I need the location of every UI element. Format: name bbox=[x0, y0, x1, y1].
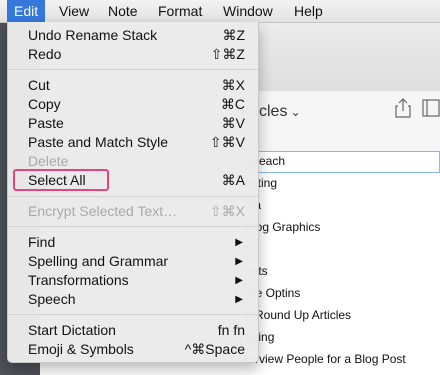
menu-item-label: Copy bbox=[28, 96, 61, 112]
menu-item-spelling[interactable]: Spelling and Grammar ▶ bbox=[8, 252, 258, 271]
menu-item-shortcut: ⌘V bbox=[221, 115, 245, 131]
menu-item-copy[interactable]: Copy ⌘C bbox=[8, 95, 258, 114]
menu-item-label: Paste bbox=[28, 115, 64, 131]
menu-item-shortcut: ⇧⌘V bbox=[209, 134, 245, 150]
list-item[interactable]: terview People for a Blog Post bbox=[245, 352, 406, 366]
menu-bar: Edit View Note Format Window Help bbox=[0, 0, 440, 23]
menu-note[interactable]: Note bbox=[101, 0, 145, 22]
menu-item-shortcut: fn fn bbox=[217, 322, 245, 338]
menu-item-emoji-symbols[interactable]: Emoji & Symbols ^⌘Space bbox=[8, 340, 258, 359]
menu-item-find[interactable]: Find ▶ bbox=[8, 233, 258, 252]
menu-item-speech[interactable]: Speech ▶ bbox=[8, 290, 258, 309]
menu-separator bbox=[8, 314, 258, 315]
menu-help[interactable]: Help bbox=[287, 0, 330, 22]
submenu-arrow-icon: ▶ bbox=[235, 275, 243, 286]
submenu-arrow-icon: ▶ bbox=[235, 237, 243, 248]
menu-item-shortcut: ⌘A bbox=[221, 172, 245, 188]
menu-item-label: Redo bbox=[28, 46, 62, 62]
list-view-icon[interactable] bbox=[422, 99, 440, 117]
menu-item-paste-match-style[interactable]: Paste and Match Style ⇧⌘V bbox=[8, 133, 258, 152]
menu-item-shortcut: ⌘C bbox=[220, 96, 245, 112]
select-all-highlight bbox=[13, 169, 109, 191]
menu-separator bbox=[8, 226, 258, 227]
share-icon[interactable] bbox=[394, 97, 412, 119]
menu-item-shortcut: ^⌘Space bbox=[184, 341, 245, 357]
menu-item-paste[interactable]: Paste ⌘V bbox=[8, 114, 258, 133]
menu-item-label: Find bbox=[28, 234, 56, 250]
submenu-arrow-icon: ▶ bbox=[235, 294, 243, 305]
menu-format[interactable]: Format bbox=[151, 0, 209, 22]
menu-item-label: Encrypt Selected Text… bbox=[28, 203, 178, 219]
chevron-down-icon: ⌄ bbox=[290, 105, 301, 119]
edit-menu: Undo Rename Stack ⌘Z Redo ⇧⌘Z Cut ⌘X Cop… bbox=[7, 22, 259, 363]
menu-edit[interactable]: Edit bbox=[7, 0, 46, 22]
menu-item-label: Speech bbox=[28, 291, 76, 307]
menu-item-label: Cut bbox=[28, 77, 50, 93]
menu-item-label: Transformations bbox=[28, 272, 129, 288]
menu-item-start-dictation[interactable]: Start Dictation fn fn bbox=[8, 321, 258, 340]
menu-item-shortcut: ⇧⌘X bbox=[209, 203, 245, 219]
menu-item-label: Spelling and Grammar bbox=[28, 253, 169, 269]
menu-item-shortcut: ⌘Z bbox=[222, 27, 245, 43]
menu-view[interactable]: View bbox=[52, 0, 96, 22]
menu-item-undo[interactable]: Undo Rename Stack ⌘Z bbox=[8, 26, 258, 45]
menu-separator bbox=[8, 196, 258, 197]
menu-separator bbox=[8, 69, 258, 70]
menu-item-label: Start Dictation bbox=[28, 322, 116, 338]
menu-item-encrypt: Encrypt Selected Text… ⇧⌘X bbox=[8, 202, 258, 221]
submenu-arrow-icon: ▶ bbox=[235, 256, 243, 267]
menu-item-redo[interactable]: Redo ⇧⌘Z bbox=[8, 45, 258, 64]
menu-item-transformations[interactable]: Transformations ▶ bbox=[8, 271, 258, 290]
menu-item-label: Paste and Match Style bbox=[28, 134, 169, 150]
menu-item-shortcut: ⇧⌘Z bbox=[210, 46, 245, 62]
menu-item-cut[interactable]: Cut ⌘X bbox=[8, 76, 258, 95]
list-item[interactable]: p Round Up Articles bbox=[245, 308, 351, 322]
menu-item-shortcut: ⌘X bbox=[221, 77, 245, 93]
menu-window[interactable]: Window bbox=[216, 0, 280, 22]
menu-item-label: Undo Rename Stack bbox=[28, 27, 158, 43]
menu-item-label: Emoji & Symbols bbox=[28, 341, 134, 357]
